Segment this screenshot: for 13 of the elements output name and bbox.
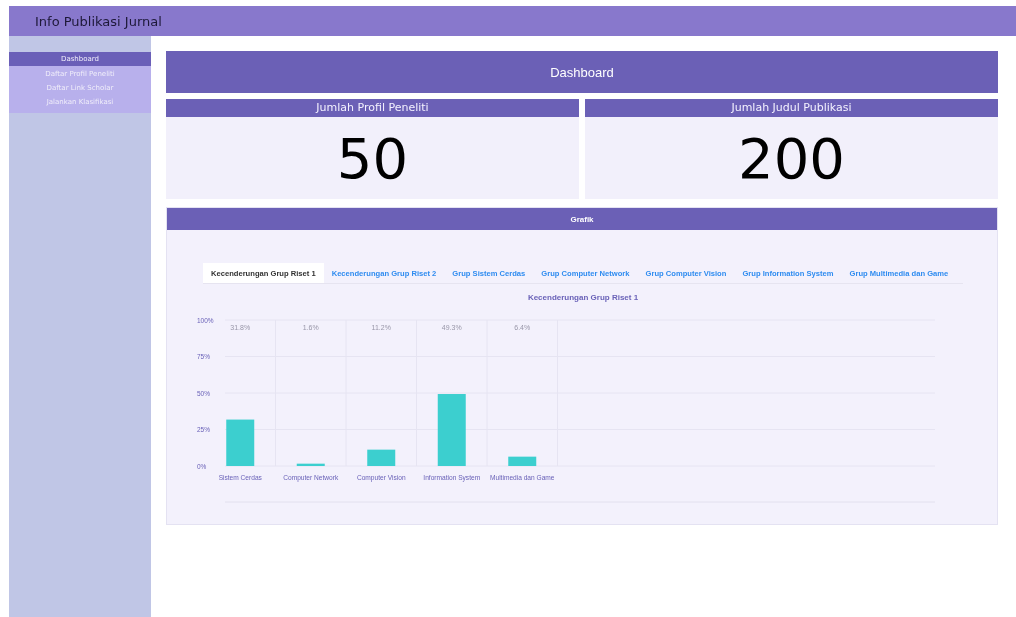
- page-title: Dashboard: [166, 51, 998, 93]
- bar: [226, 419, 255, 466]
- card-title: Grafik: [167, 208, 997, 230]
- bar: [296, 463, 325, 466]
- chart-title: Kecenderungan Grup Riset 1: [526, 293, 640, 302]
- stat-value: 50: [335, 124, 410, 193]
- stat-label: Jumlah Judul Publikasi: [585, 99, 998, 117]
- stat-value: 200: [737, 124, 846, 193]
- bar: [367, 449, 396, 466]
- bar: [508, 456, 537, 466]
- bar: [437, 394, 466, 466]
- app-title: Info Publikasi Jurnal: [35, 13, 162, 29]
- stat-label: Jumlah Profil Peneliti: [166, 99, 579, 117]
